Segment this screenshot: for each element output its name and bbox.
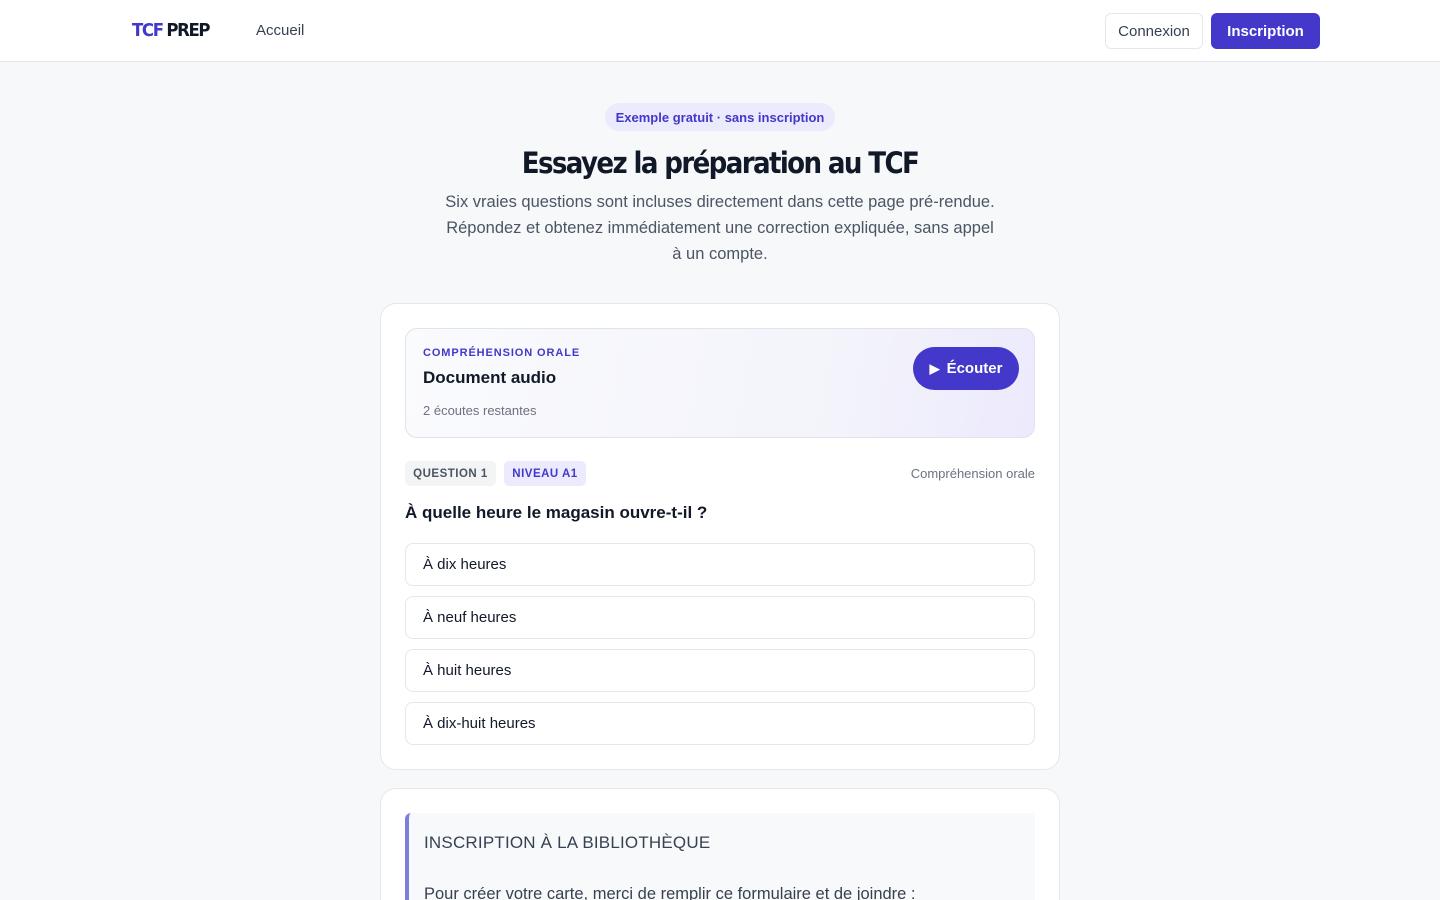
top-nav-bar: TCF PREP Accueil Connexion Inscription (0, 0, 1440, 62)
signup-button[interactable]: Inscription (1211, 13, 1320, 49)
nav-link-home[interactable]: Accueil (256, 22, 304, 40)
question-text: À quelle heure le magasin ouvre-t-il ? (405, 503, 708, 522)
document-body: Pour créer votre carte, merci de remplir… (424, 885, 916, 900)
free-sample-badge: Exemple gratuit · sans inscription (605, 103, 835, 131)
play-icon: ▶ (929, 361, 940, 376)
page-subtitle: Six vraies questions sont incluses direc… (445, 193, 995, 263)
audio-title: Document audio (423, 368, 557, 387)
answer-option[interactable]: À dix-huit heures (405, 702, 1035, 745)
listen-button[interactable]: ▶ Écouter (913, 347, 1019, 390)
reading-document: INSCRIPTION À LA BIBLIOTHÈQUE Pour créer… (405, 813, 1035, 900)
listens-remaining: 2 écoutes restantes (423, 403, 537, 418)
logo-part-prep: PREP (166, 20, 210, 41)
skill-label: Compréhension orale (910, 466, 1035, 481)
level-tag: NIVEAU A1 (504, 461, 586, 486)
logo-part-tcf: TCF (132, 20, 164, 41)
login-button[interactable]: Connexion (1105, 13, 1203, 49)
document-title: INSCRIPTION À LA BIBLIOTHÈQUE (424, 833, 711, 852)
answer-option[interactable]: À huit heures (405, 649, 1035, 692)
logo[interactable]: TCF PREP (132, 19, 211, 43)
listen-button-label: Écouter (946, 360, 1003, 377)
answer-option[interactable]: À dix heures (405, 543, 1035, 586)
next-question-card: INSCRIPTION À LA BIBLIOTHÈQUE Pour créer… (380, 788, 1060, 900)
audio-document-panel: COMPRÉHENSION ORALE Document audio 2 éco… (405, 328, 1035, 438)
answer-option[interactable]: À neuf heures (405, 596, 1035, 639)
question-card: COMPRÉHENSION ORALE Document audio 2 éco… (380, 303, 1060, 770)
page-title: Essayez la préparation au TCF (521, 146, 920, 180)
question-number-tag: QUESTION 1 (405, 461, 496, 486)
audio-category-label: COMPRÉHENSION ORALE (423, 347, 581, 359)
